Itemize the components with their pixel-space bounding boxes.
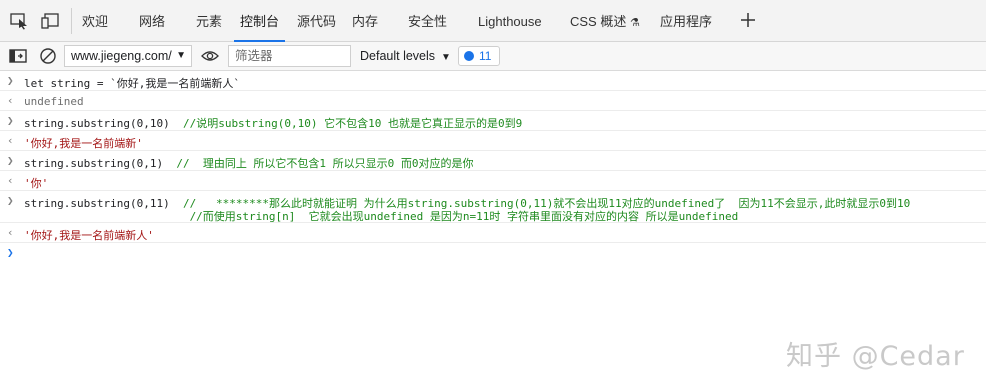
tab-elements[interactable]: 元素 <box>196 0 222 42</box>
context-select-value: www.jiegeng.com/ <box>71 49 172 63</box>
console-output-text: '你好,我是一名前端新人' <box>24 229 154 242</box>
output-arrow-icon: ‹ <box>7 134 14 147</box>
tab-separator <box>71 8 72 34</box>
input-chevron-icon: ❯ <box>7 194 14 207</box>
input-chevron-icon: ❯ <box>7 74 14 87</box>
comment-text: //说明substring(0,10) 它不包含10 也就是它真正显示的是0到9 <box>169 117 523 130</box>
input-chevron-icon: ❯ <box>7 114 14 127</box>
watermark: 知乎 @Cedar <box>786 341 965 372</box>
output-arrow-icon: ‹ <box>7 226 14 239</box>
console-prompt-row[interactable]: ❯ <box>0 243 986 263</box>
log-levels-dropdown[interactable]: Default levels ▼ <box>360 45 451 67</box>
console-output-row: ‹ '你好,我是一名前端新' <box>0 131 986 151</box>
live-expression-eye-icon[interactable] <box>200 46 220 66</box>
comment-text-line2: //而使用string[n] 它就会出现undefined 是因为n=11时 字… <box>24 210 739 223</box>
experiment-flask-icon: ⚗ <box>629 17 640 29</box>
tab-application[interactable]: 应用程序 <box>660 0 712 42</box>
tab-network[interactable]: 网络 <box>139 0 165 42</box>
console-output-row: ‹ '你' <box>0 171 986 191</box>
log-levels-label: Default levels <box>360 49 436 63</box>
console-output-text: '你好,我是一名前端新' <box>24 137 143 150</box>
console-input-text: string.substring(0,1) // 理由同上 所以它不包含1 所以… <box>24 155 474 171</box>
messages-count-badge[interactable]: 11 <box>458 46 500 66</box>
more-tools-plus-icon[interactable] <box>738 10 758 30</box>
devtools-tab-bar: 欢迎 网络 元素 控制台 源代码 内存 安全性 Lighthouse CSS 概… <box>0 0 986 42</box>
tab-css-overview[interactable]: CSS 概述 ⚗ <box>570 0 640 42</box>
console-output-text: '你' <box>24 177 49 190</box>
code-text: string.substring(0,1) <box>24 157 164 170</box>
tab-css-overview-label: CSS 概述 <box>570 14 627 29</box>
sidebar-toggle-icon[interactable] <box>8 46 28 66</box>
tab-security[interactable]: 安全性 <box>408 0 447 42</box>
console-messages: ❯ let string = `你好,我是一名前端新人` ‹ undefined… <box>0 71 986 263</box>
context-select[interactable]: www.jiegeng.com/ ▼ <box>64 45 192 67</box>
console-input-text: let string = `你好,我是一名前端新人` <box>24 77 240 90</box>
prompt-chevron-icon: ❯ <box>7 246 14 259</box>
tab-sources[interactable]: 源代码 <box>297 0 336 42</box>
console-input-text: string.substring(0,10) //说明substring(0,1… <box>24 115 522 131</box>
tab-memory[interactable]: 内存 <box>352 0 378 42</box>
console-output-row: ‹ '你好,我是一名前端新人' <box>0 223 986 243</box>
console-input-row: ❯ string.substring(0,1) // 理由同上 所以它不包含1 … <box>0 151 986 171</box>
code-text: string.substring(0,10) <box>24 117 170 130</box>
tab-console[interactable]: 控制台 <box>233 0 286 42</box>
output-arrow-icon: ‹ <box>7 94 14 107</box>
tab-welcome[interactable]: 欢迎 <box>82 0 108 42</box>
input-chevron-icon: ❯ <box>7 154 14 167</box>
inspect-element-icon[interactable] <box>10 12 30 30</box>
tab-lighthouse[interactable]: Lighthouse <box>478 0 542 42</box>
console-input-row: ❯ string.substring(0,11) // ********那么此时… <box>0 191 986 223</box>
messages-count: 11 <box>479 49 492 63</box>
clear-console-icon[interactable] <box>38 46 58 66</box>
console-input-row: ❯ string.substring(0,10) //说明substring(0… <box>0 111 986 131</box>
output-arrow-icon: ‹ <box>7 174 14 187</box>
chevron-down-icon: ▼ <box>441 52 451 63</box>
console-toolbar: www.jiegeng.com/ ▼ 筛选器 Default levels ▼ 1… <box>0 42 986 71</box>
console-output-row: ‹ undefined <box>0 91 986 111</box>
console-output-text: undefined <box>24 95 84 108</box>
chevron-down-icon: ▼ <box>176 50 186 61</box>
device-emulation-icon[interactable] <box>40 12 60 30</box>
message-bubble-icon <box>464 51 474 61</box>
comment-text: // 理由同上 所以它不包含1 所以只显示0 而0对应的是你 <box>163 157 474 170</box>
console-input-row: ❯ let string = `你好,我是一名前端新人` <box>0 71 986 91</box>
filter-input[interactable]: 筛选器 <box>228 45 351 67</box>
